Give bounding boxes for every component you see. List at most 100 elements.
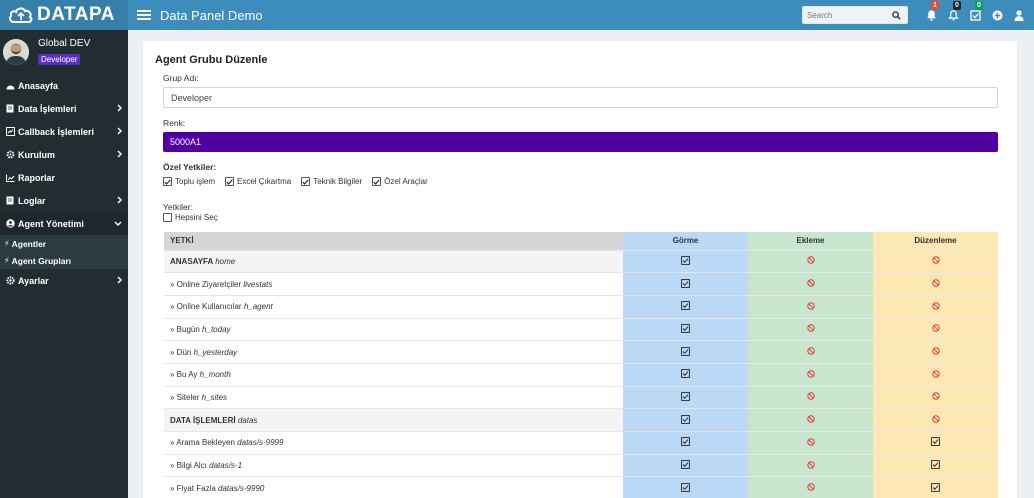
add-cell xyxy=(748,408,873,432)
special-perm-excel-cikartma[interactable]: Excel Çıkartma xyxy=(225,177,291,186)
tasks-badge: 0 xyxy=(975,1,983,10)
sidebar-item-loglar[interactable]: Loglar xyxy=(0,189,128,212)
sidebar-item-agent-yonetimi[interactable]: Agent Yönetimi xyxy=(0,212,128,235)
special-perm-teknik-bilgiler[interactable]: Teknik Bilgiler xyxy=(301,177,362,186)
permission-code: datas/s-9999 xyxy=(237,438,284,448)
deny-icon[interactable] xyxy=(931,370,940,378)
sidebar-item-ayarlar[interactable]: Ayarlar xyxy=(0,269,128,292)
sidebar-subitem-agent-gruplari[interactable]: ⚡︎ Agent Grupları xyxy=(0,252,128,269)
check-square-icon[interactable] xyxy=(681,414,690,424)
deny-icon[interactable] xyxy=(931,324,940,333)
chevron-right-icon xyxy=(117,127,122,137)
check-square-icon[interactable] xyxy=(681,301,690,311)
deny-icon[interactable] xyxy=(931,256,940,265)
alerts-button[interactable]: 0 xyxy=(942,0,964,30)
add-button[interactable] xyxy=(986,0,1008,30)
agent-submenu: ⚡︎ Agentler ⚡︎ Agent Grupları xyxy=(0,235,128,269)
sidebar-item-label: Anasayfa xyxy=(18,80,59,91)
edit-cell xyxy=(873,385,998,409)
dashboard-icon xyxy=(5,81,15,91)
deny-icon[interactable] xyxy=(806,279,815,287)
table-row: DATA İŞLEMLERİ datas xyxy=(164,408,998,432)
check-square-icon[interactable] xyxy=(681,483,690,492)
deny-icon[interactable] xyxy=(806,347,815,355)
deny-icon[interactable] xyxy=(806,370,815,378)
table-row: » Bu Ay h_month xyxy=(164,362,998,387)
check-square-icon[interactable] xyxy=(681,369,690,379)
check-square-icon[interactable] xyxy=(681,460,690,469)
edit-cell xyxy=(873,340,998,364)
bell-icon xyxy=(926,10,936,21)
permission-name: » Online Kullanıcılar xyxy=(170,302,242,312)
deny-icon[interactable] xyxy=(806,392,815,401)
sidebar-item-callback-islemleri[interactable]: Callback İşlemleri xyxy=(0,120,128,143)
check-square-icon[interactable] xyxy=(681,324,690,333)
deny-icon[interactable] xyxy=(806,302,815,310)
check-square-icon[interactable] xyxy=(681,278,690,288)
deny-icon[interactable] xyxy=(931,392,940,401)
deny-icon[interactable] xyxy=(806,460,815,469)
permission-name-cell: » Dün h_yesterday xyxy=(164,340,623,364)
group-name-input[interactable]: Developer xyxy=(163,87,998,108)
add-cell xyxy=(748,476,873,498)
check-square-icon[interactable] xyxy=(681,346,690,356)
check-square-icon[interactable] xyxy=(681,392,690,401)
check-square-icon[interactable] xyxy=(931,437,940,447)
bell-outline-icon xyxy=(947,10,959,21)
table-row: » Bugün h_today xyxy=(164,317,998,341)
search-icon[interactable] xyxy=(887,10,905,20)
table-row: » Online Ziyaretçiler livestats xyxy=(164,272,998,296)
cloud-icon xyxy=(9,7,33,23)
permission-name-cell: » Online Kullanıcılar h_agent xyxy=(164,294,623,319)
check-square-icon[interactable] xyxy=(681,437,690,447)
cogs-icon xyxy=(5,150,15,160)
view-cell xyxy=(623,453,748,477)
deny-icon[interactable] xyxy=(931,415,940,423)
permission-code: home xyxy=(215,256,236,266)
permission-code: h_yesterday xyxy=(193,347,238,357)
sidebar-item-raporlar[interactable]: Raporlar xyxy=(0,166,128,189)
search-input[interactable] xyxy=(803,7,887,23)
deny-icon[interactable] xyxy=(806,438,815,446)
check-square-icon[interactable] xyxy=(931,483,940,492)
sidebar-item-anasayfa[interactable]: Anasayfa xyxy=(0,74,128,97)
deny-icon[interactable] xyxy=(806,483,815,492)
sidebar-item-kurulum[interactable]: Kurulum xyxy=(0,143,128,166)
deny-icon[interactable] xyxy=(931,279,940,287)
select-all-checkbox[interactable]: Hepsini Seç xyxy=(163,213,218,222)
search-box xyxy=(802,6,908,24)
add-cell xyxy=(748,249,873,273)
color-input[interactable]: 5000A1 xyxy=(163,132,998,152)
check-square-icon[interactable] xyxy=(681,255,690,265)
permission-code: h_today xyxy=(202,324,231,334)
special-perm-ozel-araclar[interactable]: Özel Araçlar xyxy=(372,177,428,186)
sidebar-item-label: Callback İşlemleri xyxy=(18,126,95,137)
sidebar-item-data-islemleri[interactable]: Data İşlemleri xyxy=(0,97,128,120)
sidebar-subitem-agentler[interactable]: ⚡︎ Agentler xyxy=(0,235,128,252)
deny-icon[interactable] xyxy=(806,324,815,333)
special-perm-toplu-islem[interactable]: Toplu işlem xyxy=(163,177,215,186)
deny-icon[interactable] xyxy=(806,256,815,265)
tasks-button[interactable]: 0 xyxy=(964,0,986,30)
logo[interactable]: DATAPA xyxy=(0,0,128,30)
user-menu-button[interactable] xyxy=(1008,0,1030,30)
view-cell xyxy=(623,408,748,432)
menu-toggle-icon[interactable] xyxy=(137,8,151,22)
special-perm-label: Teknik Bilgiler xyxy=(313,177,363,186)
avatar[interactable] xyxy=(3,39,29,65)
add-cell xyxy=(748,294,873,319)
check-square-icon[interactable] xyxy=(931,460,940,469)
special-perm-label: Toplu işlem xyxy=(175,177,216,186)
permission-name: » Siteler xyxy=(170,392,200,402)
notifications-button[interactable]: 1 xyxy=(920,0,942,30)
deny-icon[interactable] xyxy=(931,347,940,355)
main-content: Agent Grubu Düzenle Grup Adı: Developer … xyxy=(128,30,1034,498)
permission-code: livestats xyxy=(243,279,273,289)
view-cell xyxy=(623,385,748,409)
header-gorme: Görme xyxy=(623,232,748,250)
file-icon xyxy=(5,196,15,206)
edit-cell xyxy=(873,362,998,387)
deny-icon[interactable] xyxy=(806,415,815,423)
deny-icon[interactable] xyxy=(931,302,940,310)
logo-text: DATAPA xyxy=(37,4,115,25)
